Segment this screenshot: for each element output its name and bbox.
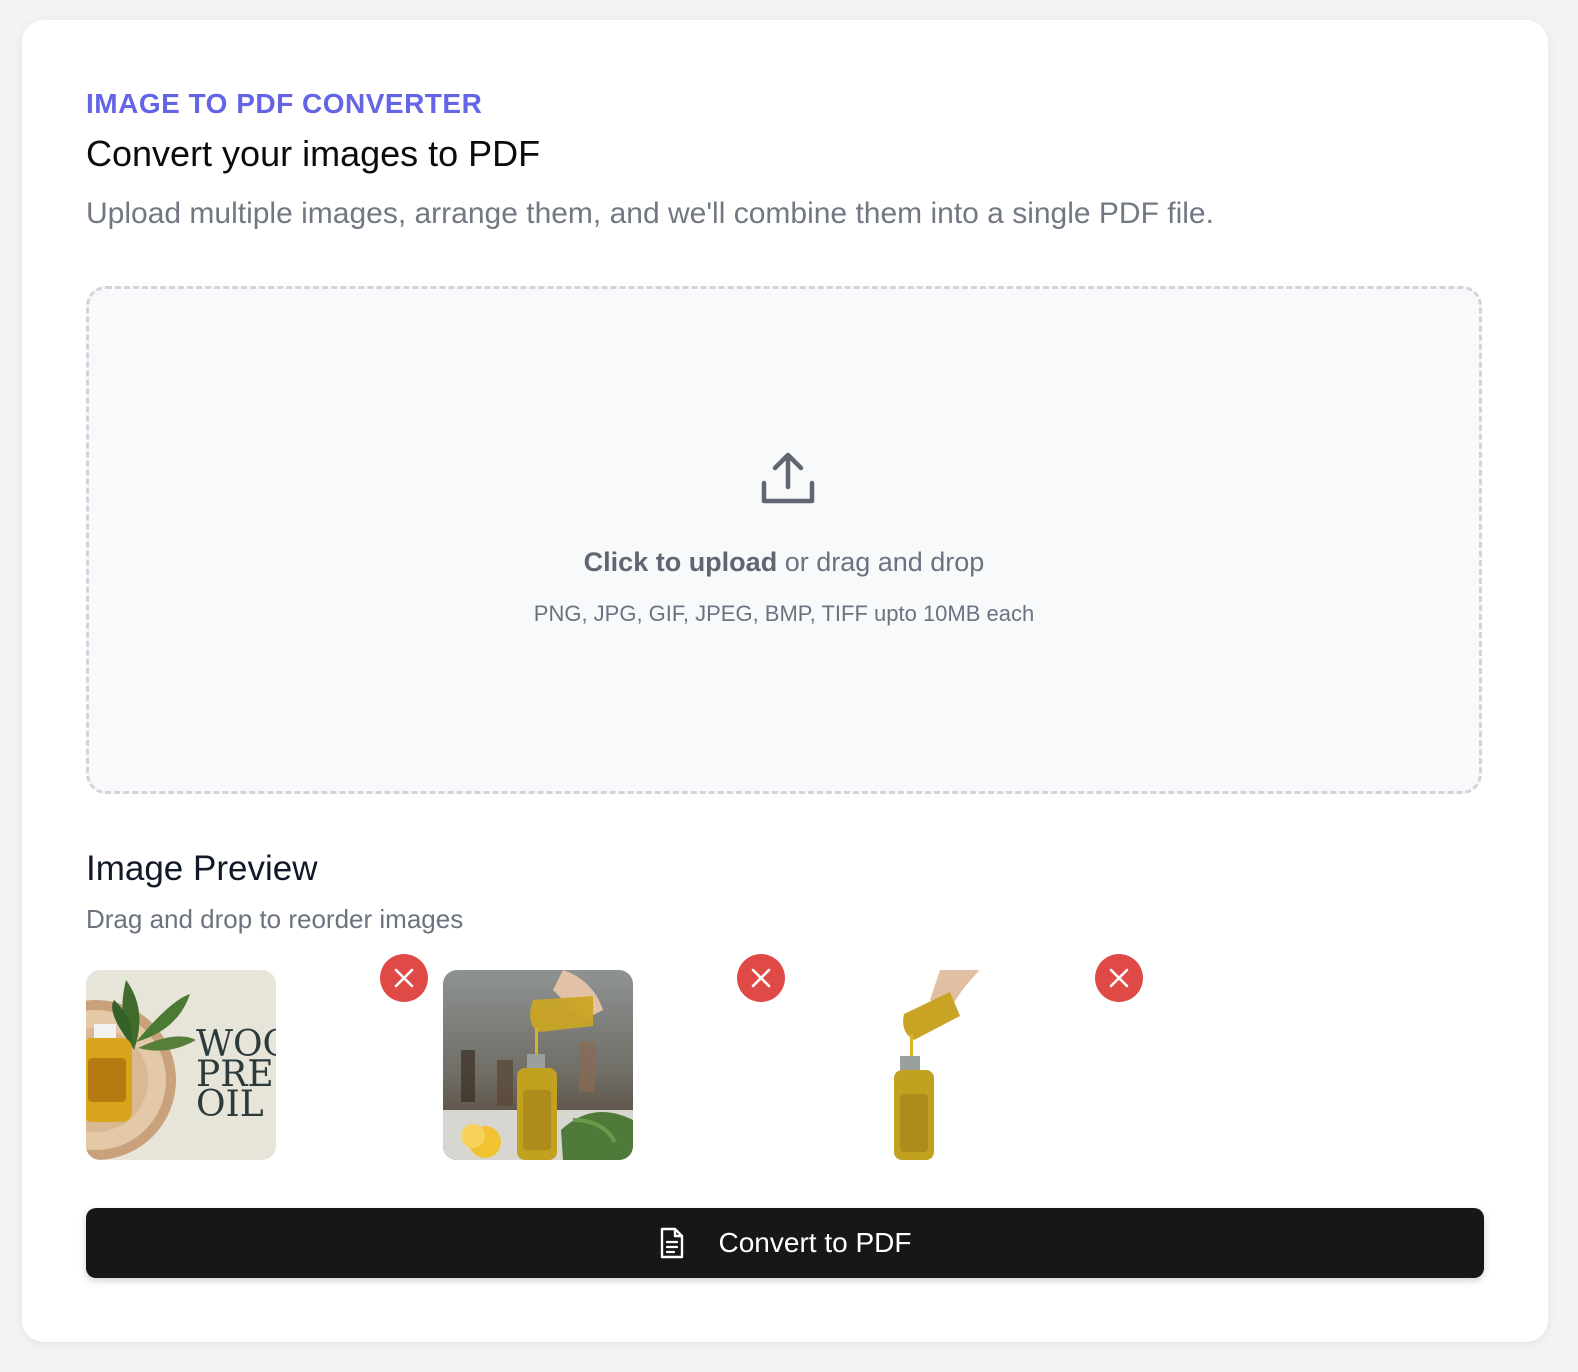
remove-image-button[interactable] bbox=[737, 954, 785, 1002]
image-thumbnail-picture bbox=[800, 970, 990, 1160]
app-eyebrow: IMAGE TO PDF CONVERTER bbox=[86, 88, 483, 119]
upload-dropzone[interactable]: Click to upload or drag and drop PNG, JP… bbox=[86, 286, 1482, 794]
remove-image-button[interactable] bbox=[1095, 954, 1143, 1002]
upload-icon bbox=[761, 452, 815, 504]
document-icon bbox=[660, 1227, 683, 1259]
converter-card: IMAGE TO PDF CONVERTER Convert your imag… bbox=[22, 20, 1548, 1342]
close-icon bbox=[394, 968, 414, 988]
page-title: Convert your images to PDF bbox=[86, 133, 541, 174]
close-icon bbox=[1109, 968, 1129, 988]
convert-button-label: Convert to PDF bbox=[718, 1227, 912, 1258]
image-preview-title: Image Preview bbox=[86, 849, 318, 888]
close-icon bbox=[751, 968, 771, 988]
page-subtitle: Upload multiple images, arrange them, an… bbox=[86, 197, 1214, 230]
thumb-text-oil: OIL bbox=[196, 1084, 264, 1125]
image-thumbnail[interactable]: WOO PRES OIL bbox=[86, 970, 276, 1160]
image-thumbnail-picture bbox=[443, 970, 633, 1160]
image-thumbnail-picture: WOO PRES OIL bbox=[86, 970, 276, 1160]
drag-drop-text: or drag and drop bbox=[777, 547, 985, 577]
upload-instruction: Click to upload or drag and drop bbox=[89, 547, 1479, 578]
click-to-upload-link[interactable]: Click to upload bbox=[584, 547, 778, 577]
upload-file-types-hint: PNG, JPG, GIF, JPEG, BMP, TIFF upto 10MB… bbox=[533, 601, 1035, 626]
image-preview-subtitle: Drag and drop to reorder images bbox=[86, 904, 464, 934]
remove-image-button[interactable] bbox=[380, 954, 428, 1002]
image-thumbnail[interactable] bbox=[443, 970, 633, 1160]
image-thumbnail[interactable] bbox=[800, 970, 990, 1160]
convert-to-pdf-button[interactable]: Convert to PDF bbox=[86, 1208, 1484, 1278]
